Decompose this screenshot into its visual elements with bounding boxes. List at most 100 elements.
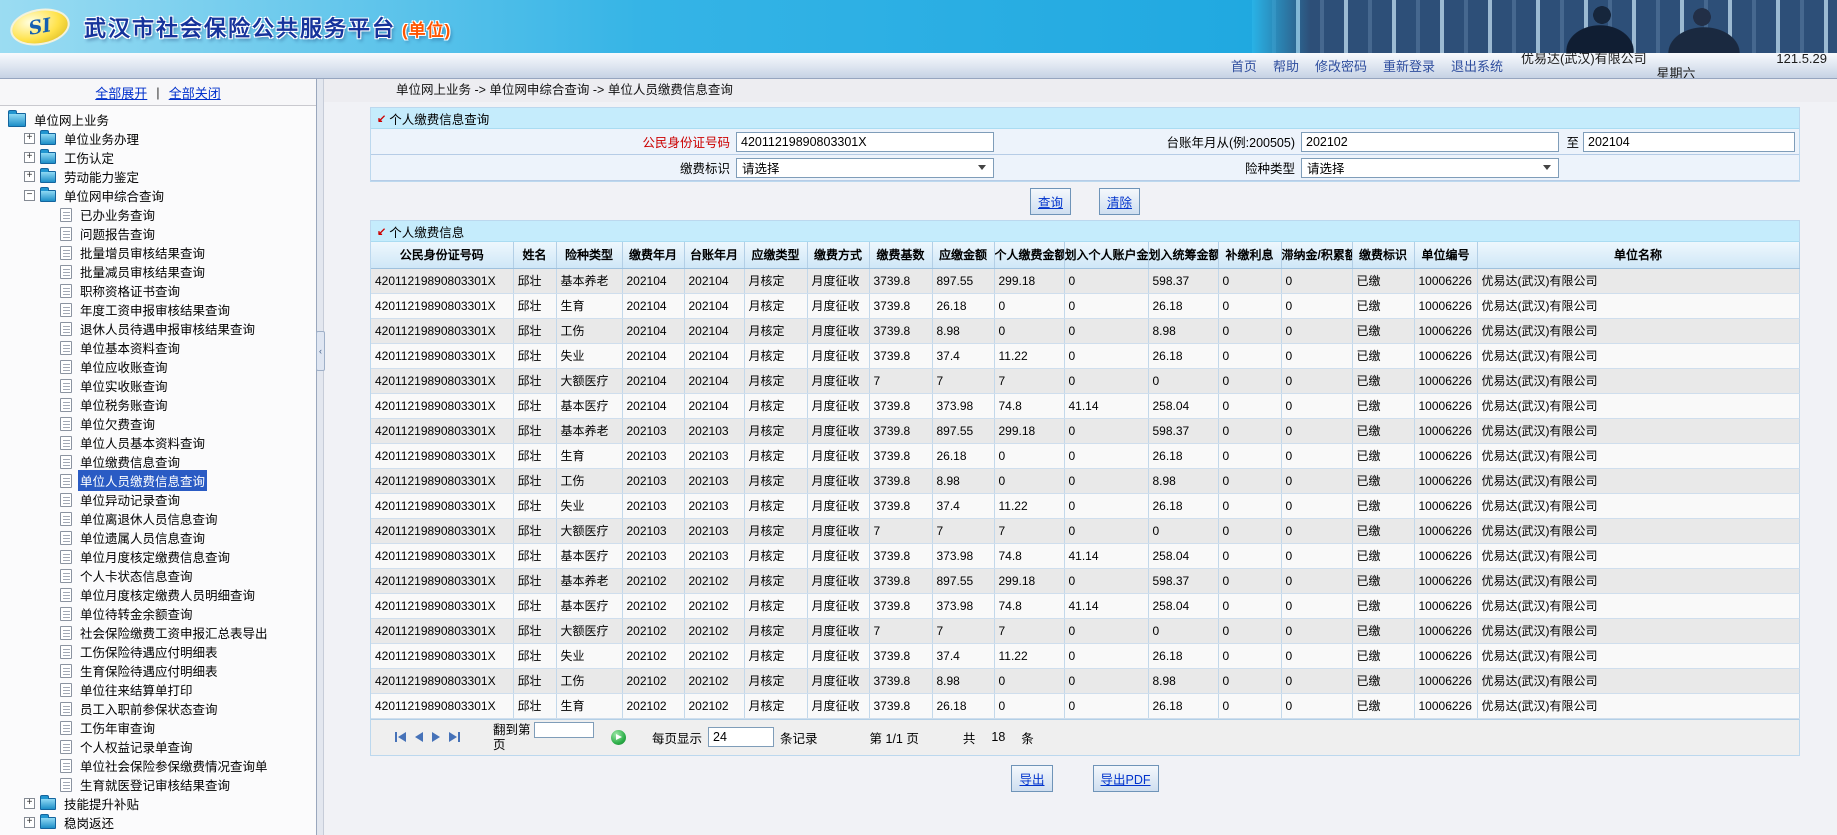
- tree-item-label[interactable]: 单位网申综合查询: [62, 185, 166, 206]
- tree-item-label[interactable]: 单位月度核定缴费人员明细查询: [78, 584, 257, 605]
- per-page-input[interactable]: [708, 727, 775, 747]
- tree-item[interactable]: + 劳动能力鉴定: [0, 167, 316, 186]
- tree-item[interactable]: 工伤年审查询: [0, 718, 316, 737]
- tree-item[interactable]: 已办业务查询: [0, 205, 316, 224]
- expand-icon[interactable]: +: [24, 171, 35, 182]
- tree-item-label[interactable]: 生育就医登记审核结果查询: [78, 774, 232, 795]
- topnav-link[interactable]: 首页: [1231, 56, 1257, 75]
- expand-all-link[interactable]: 全部展开: [95, 83, 147, 102]
- tree-item-label[interactable]: 单位缴费信息查询: [78, 451, 182, 472]
- clear-button[interactable]: 清除: [1099, 187, 1141, 215]
- expand-icon[interactable]: +: [24, 817, 35, 828]
- tree-item[interactable]: 单位人员缴费信息查询: [0, 470, 316, 491]
- tree-item[interactable]: 单位应收账查询: [0, 357, 316, 376]
- tree-item-label[interactable]: 工伤年审查询: [78, 717, 157, 738]
- tree-item[interactable]: 年度工资申报审核结果查询: [0, 300, 316, 319]
- tree-item[interactable]: 单位异动记录查询: [0, 490, 316, 509]
- tree-item[interactable]: 批量增员审核结果查询: [0, 243, 316, 262]
- next-page-button[interactable]: [432, 732, 440, 742]
- tree-item[interactable]: + 单位业务办理: [0, 129, 316, 148]
- tree-item-label[interactable]: 单位社会保险参保缴费情况查询单: [78, 755, 270, 776]
- tree-item[interactable]: 生育就医登记审核结果查询: [0, 775, 316, 794]
- tree-item[interactable]: 员工入职前参保状态查询: [0, 699, 316, 718]
- pay-flag-select[interactable]: 请选择: [736, 157, 994, 178]
- tree-item[interactable]: 社会保险缴费工资申报汇总表导出: [0, 623, 316, 642]
- tree-item-label[interactable]: 技能提升补贴: [62, 793, 141, 814]
- topnav-link[interactable]: 重新登录: [1383, 56, 1435, 75]
- tree-item[interactable]: + 技能提升补贴: [0, 794, 316, 813]
- tree-item[interactable]: 批量减员审核结果查询: [0, 262, 316, 281]
- tree-item-label[interactable]: 单位离退休人员信息查询: [78, 508, 220, 529]
- tree-item-label[interactable]: 职称资格证书查询: [78, 280, 182, 301]
- tree-item[interactable]: 单位网上业务: [0, 109, 316, 130]
- tree-item-label[interactable]: 单位待转金余额查询: [78, 603, 195, 624]
- tree-item-label[interactable]: 单位人员基本资料查询: [78, 432, 207, 453]
- tree-item-label[interactable]: 单位遗属人员信息查询: [78, 527, 207, 548]
- tree-item[interactable]: + 工伤认定: [0, 148, 316, 167]
- export-pdf-button[interactable]: 导出PDF: [1092, 765, 1159, 792]
- tree-item[interactable]: 职称资格证书查询: [0, 281, 316, 300]
- tree-item-label[interactable]: 单位月度核定缴费信息查询: [78, 546, 232, 567]
- tree-item[interactable]: + 稳岗返还: [0, 813, 316, 832]
- tree-item-label[interactable]: 劳动能力鉴定: [62, 166, 141, 187]
- tree-item-label[interactable]: 员工入职前参保状态查询: [78, 698, 220, 719]
- export-button[interactable]: 导出: [1011, 765, 1053, 792]
- tree-item-label[interactable]: 社会保险缴费工资申报汇总表导出: [78, 622, 270, 643]
- tree-item[interactable]: 单位人员基本资料查询: [0, 433, 316, 452]
- tree-item[interactable]: 个人卡状态信息查询: [0, 566, 316, 585]
- tree-item-label[interactable]: 单位应收账查询: [78, 356, 170, 377]
- tree-item-label[interactable]: 个人权益记录单查询: [78, 736, 195, 757]
- tree-item-label[interactable]: 工伤保险待遇应付明细表: [78, 641, 220, 662]
- expand-icon[interactable]: +: [24, 133, 35, 144]
- tree-item[interactable]: 单位缴费信息查询: [0, 452, 316, 471]
- topnav-link[interactable]: 修改密码: [1315, 56, 1367, 75]
- tree-item[interactable]: 单位离退休人员信息查询: [0, 509, 316, 528]
- tree-item-label[interactable]: 单位业务办理: [62, 128, 141, 149]
- go-page-button[interactable]: [611, 729, 626, 745]
- tree-item-label[interactable]: 单位实收账查询: [78, 375, 170, 396]
- tree-item-label[interactable]: 生育保险待遇应付明细表: [78, 660, 220, 681]
- insurance-type-select[interactable]: 请选择: [1301, 157, 1559, 178]
- tree-item-label[interactable]: 批量增员审核结果查询: [78, 242, 207, 263]
- tree-item-label[interactable]: 年度工资申报审核结果查询: [78, 299, 232, 320]
- tree-item[interactable]: 单位实收账查询: [0, 376, 316, 395]
- collapse-sidebar-handle[interactable]: ‹: [316, 331, 325, 371]
- tree-item-label[interactable]: 单位异动记录查询: [78, 489, 182, 510]
- last-page-button[interactable]: [449, 732, 460, 742]
- tree-item-label[interactable]: 问题报告查询: [78, 223, 157, 244]
- tree-item[interactable]: 工伤保险待遇应付明细表: [0, 642, 316, 661]
- tree-item-label[interactable]: 批量减员审核结果查询: [78, 261, 207, 282]
- id-number-input[interactable]: [736, 131, 994, 152]
- expand-icon[interactable]: +: [24, 152, 35, 163]
- topnav-link[interactable]: 退出系统: [1451, 56, 1503, 75]
- tree-item-label[interactable]: 单位网上业务: [32, 109, 111, 130]
- search-button[interactable]: 查询: [1029, 187, 1071, 215]
- tree-item[interactable]: 单位基本资料查询: [0, 338, 316, 357]
- tree-item-label[interactable]: 已办业务查询: [78, 204, 157, 225]
- tree-item-label[interactable]: 单位欠费查询: [78, 413, 157, 434]
- ledger-to-input[interactable]: [1583, 131, 1795, 152]
- tree-item[interactable]: 退休人员待遇申报审核结果查询: [0, 319, 316, 338]
- tree-item[interactable]: 单位税务账查询: [0, 395, 316, 414]
- tree-item-label[interactable]: 单位往来结算单打印: [78, 679, 195, 700]
- tree-item[interactable]: 个人权益记录单查询: [0, 737, 316, 756]
- tree-item-label[interactable]: 单位基本资料查询: [78, 337, 182, 358]
- tree-item-label[interactable]: 单位人员缴费信息查询: [78, 470, 208, 491]
- collapse-all-link[interactable]: 全部关闭: [169, 83, 221, 102]
- expand-icon[interactable]: +: [24, 798, 35, 809]
- tree-item[interactable]: 单位待转金余额查询: [0, 604, 316, 623]
- topnav-link[interactable]: 帮助: [1273, 56, 1299, 75]
- tree-item-label[interactable]: 工伤认定: [62, 147, 116, 168]
- collapse-icon[interactable]: −: [24, 190, 35, 201]
- first-page-button[interactable]: [395, 732, 406, 742]
- ledger-from-input[interactable]: [1301, 131, 1559, 152]
- prev-page-button[interactable]: [415, 732, 423, 742]
- tree-item[interactable]: 单位往来结算单打印: [0, 680, 316, 699]
- tree-item[interactable]: 单位遗属人员信息查询: [0, 528, 316, 547]
- tree-item-label[interactable]: 单位税务账查询: [78, 394, 170, 415]
- tree-item-label[interactable]: 稳岗返还: [62, 812, 116, 833]
- tree-item[interactable]: 单位社会保险参保缴费情况查询单: [0, 756, 316, 775]
- tree-item[interactable]: 问题报告查询: [0, 224, 316, 243]
- tree-item[interactable]: 单位欠费查询: [0, 414, 316, 433]
- tree-item[interactable]: − 单位网申综合查询: [0, 186, 316, 205]
